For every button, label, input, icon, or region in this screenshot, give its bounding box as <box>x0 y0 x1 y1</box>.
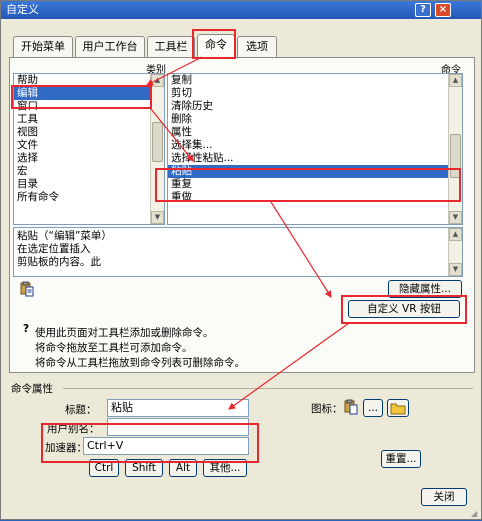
description-line: 粘贴（“编辑”菜单） <box>17 230 112 242</box>
folder-icon <box>390 403 406 415</box>
resize-grip-icon[interactable]: ◢ <box>471 509 477 518</box>
command-item[interactable]: 选择集... <box>168 139 462 152</box>
scroll-down-icon[interactable]: ▼ <box>151 211 164 224</box>
hide-properties-button[interactable]: 隐藏属性... <box>388 280 462 298</box>
tab-start-menu[interactable]: 开始菜单 <box>13 36 73 58</box>
description-scrollbar[interactable]: ▲ ▼ <box>448 228 462 276</box>
command-item[interactable]: 粘贴 <box>168 165 462 178</box>
category-list[interactable]: 帮助 编辑 窗口 工具 视图 文件 选择宏目录 所有命令 ▲ ▼ <box>13 73 165 225</box>
help-line-2: 将命令拖放至工具栏可添加命令。 <box>35 342 193 354</box>
tab-options[interactable]: 选项 <box>237 36 277 58</box>
open-folder-button[interactable] <box>387 399 409 417</box>
scroll-up-icon[interactable]: ▲ <box>449 74 462 87</box>
title-label: 标题： <box>65 404 97 416</box>
category-item[interactable]: 选择 <box>14 152 164 165</box>
title-field[interactable]: 粘贴 <box>107 399 249 417</box>
icon-browse-button[interactable]: ... <box>363 399 383 417</box>
command-scrollbar[interactable]: ▲ ▼ <box>448 74 462 224</box>
category-item[interactable]: 帮助 <box>14 74 164 87</box>
command-list[interactable]: 复制 剪切 清除历史 删除 属性 选择集... 选择性粘贴... 粘贴 重复 重做 ▲ ▼ <box>167 73 463 225</box>
scroll-thumb[interactable] <box>450 134 461 178</box>
command-item[interactable]: 属性 <box>168 126 462 139</box>
paste-icon <box>344 399 358 415</box>
other-button[interactable]: 其他... <box>203 459 247 477</box>
close-button[interactable]: 关闭 <box>421 488 467 506</box>
category-item[interactable]: 目录 <box>14 178 164 191</box>
command-item[interactable]: 删除 <box>168 113 462 126</box>
customize-dialog: 自定义 ? × 开始菜单 用户工作台 工具栏 命令 选项 类别 命令 帮助 编辑窗… <box>0 0 482 520</box>
close-window-button[interactable]: × <box>435 3 451 17</box>
tab-user-workbench[interactable]: 用户工作台 <box>75 36 145 58</box>
accelerator-label: 加速器： <box>45 442 87 454</box>
properties-section-label: 命令属性 <box>11 383 53 395</box>
accelerator-field[interactable]: Ctrl+V <box>83 437 249 455</box>
help-button[interactable]: ? <box>415 3 431 17</box>
category-item[interactable]: 视图 <box>14 126 164 139</box>
category-item[interactable]: 工具 <box>14 113 164 126</box>
tab-commands[interactable]: 命令 <box>197 34 235 59</box>
tab-toolbars[interactable]: 工具栏 <box>147 36 195 58</box>
icon-label: 图标： <box>311 403 343 415</box>
custom-vr-button[interactable]: 自定义 VR 按钮 <box>348 300 460 318</box>
category-item[interactable]: 窗口 <box>14 100 164 113</box>
scroll-up-icon[interactable]: ▲ <box>449 228 462 241</box>
help-line-3: 将命令从工具栏拖放到命令列表可删除命令。 <box>35 357 245 369</box>
command-item[interactable]: 重做 <box>168 191 462 204</box>
category-scrollbar[interactable]: ▲ ▼ <box>150 74 164 224</box>
info-icon: ? <box>23 323 30 335</box>
section-divider <box>63 388 473 389</box>
category-item[interactable]: 所有命令 <box>14 191 164 204</box>
title-bar: 自定义 ? × <box>1 1 481 19</box>
scroll-down-icon[interactable]: ▼ <box>449 263 462 276</box>
command-item[interactable]: 重复 <box>168 178 462 191</box>
category-item[interactable]: 宏 <box>14 165 164 178</box>
alt-button[interactable]: Alt <box>169 459 197 477</box>
category-item[interactable]: 文件 <box>14 139 164 152</box>
description-line: 剪贴板的内容。此 <box>17 256 101 268</box>
paste-icon <box>20 281 34 297</box>
window-title: 自定义 <box>6 3 39 16</box>
alias-label: 用户别名： <box>47 423 100 435</box>
category-item[interactable]: 编辑 <box>14 87 164 100</box>
scroll-down-icon[interactable]: ▼ <box>449 211 462 224</box>
command-item[interactable]: 复制 <box>168 74 462 87</box>
scroll-thumb[interactable] <box>152 122 163 162</box>
command-item[interactable]: 清除历史 <box>168 100 462 113</box>
description-line: 在选定位置插入 <box>17 243 91 255</box>
shift-button[interactable]: Shift <box>125 459 163 477</box>
alias-field[interactable] <box>107 418 249 436</box>
ctrl-button[interactable]: Ctrl <box>89 459 119 477</box>
command-item[interactable]: 剪切 <box>168 87 462 100</box>
help-line-1: 使用此页面对工具栏添加或删除命令。 <box>35 327 214 339</box>
reset-button[interactable]: 重置... <box>381 450 421 468</box>
scroll-up-icon[interactable]: ▲ <box>151 74 164 87</box>
command-item[interactable]: 选择性粘贴... <box>168 152 462 165</box>
description-box: 粘贴（“编辑”菜单） 在选定位置插入 剪贴板的内容。此 ▲ ▼ <box>13 227 463 277</box>
